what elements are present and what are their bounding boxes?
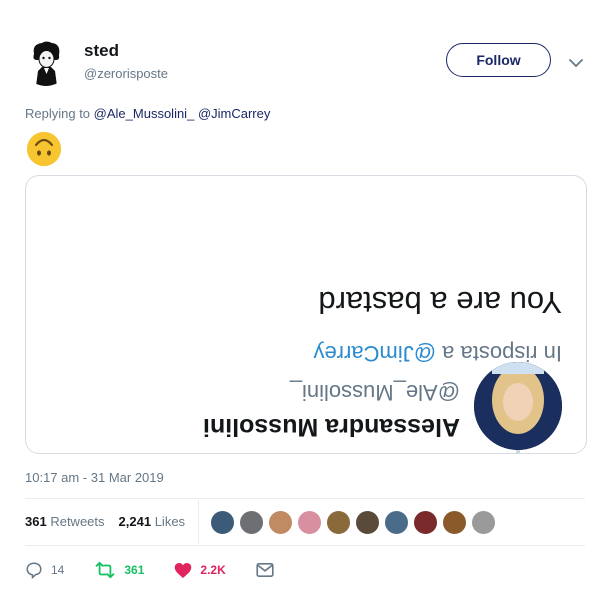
engagement-stats: 361 Retweets 2,241 Likes — [25, 514, 185, 529]
liker-avatar[interactable] — [268, 510, 293, 535]
follow-button[interactable]: Follow — [446, 43, 551, 77]
liker-avatar[interactable] — [355, 510, 380, 535]
action-bar: 14 361 2.2K — [25, 561, 304, 579]
tweet-timestamp[interactable]: 10:17 am - 31 Mar 2019 — [25, 470, 164, 485]
likes-stat[interactable]: 2,241 Likes — [119, 514, 186, 529]
liker-avatars — [210, 510, 496, 535]
liker-avatar[interactable] — [297, 510, 322, 535]
liker-avatar[interactable] — [239, 510, 264, 535]
liker-avatar[interactable] — [413, 510, 438, 535]
embedded-reply-line: In risposta a @JimCarrey — [313, 340, 562, 366]
retweets-stat[interactable]: 361 Retweets — [25, 514, 105, 529]
liker-avatar[interactable] — [442, 510, 467, 535]
embedded-tweet-text: You are a bastard — [318, 285, 562, 320]
liker-avatar[interactable] — [326, 510, 351, 535]
heart-icon — [175, 562, 192, 578]
flipped-tweet: Alessandra Mussolini @Ale_Mussolini_ In … — [26, 176, 586, 453]
reply-count: 14 — [51, 563, 65, 577]
stats-separator — [198, 500, 199, 544]
reply-icon — [26, 562, 42, 579]
mention-jimcarrey[interactable]: @JimCarrey — [198, 106, 270, 121]
likes-label: Likes — [154, 514, 186, 529]
retweets-count: 361 — [25, 514, 47, 529]
retweet-button[interactable]: 361 — [94, 561, 144, 579]
envelope-icon — [256, 563, 274, 577]
embedded-reply-prefix: In risposta a — [442, 341, 562, 366]
retweet-count: 361 — [124, 563, 145, 577]
direct-message-button[interactable] — [256, 562, 274, 578]
mention-ale-mussolini[interactable]: @Ale_Mussolini_ — [94, 106, 195, 121]
author-display-name[interactable]: sted — [84, 41, 119, 61]
divider — [25, 545, 585, 546]
embedded-image-card[interactable]: Alessandra Mussolini @Ale_Mussolini_ In … — [25, 175, 587, 454]
chevron-down-icon[interactable] — [568, 55, 584, 68]
divider — [25, 498, 585, 499]
liker-avatar[interactable] — [210, 510, 235, 535]
retweet-icon — [95, 561, 115, 579]
author-avatar[interactable] — [22, 38, 70, 86]
reply-button[interactable]: 14 — [25, 561, 64, 579]
embedded-handle: @Ale_Mussolini_ — [289, 380, 460, 405]
embedded-name: Alessandra Mussolini — [202, 413, 460, 441]
like-count: 2.2K — [200, 563, 226, 577]
author-handle[interactable]: @zerorisposte — [84, 66, 168, 81]
upside-down-face-icon — [27, 132, 61, 166]
embedded-avatar — [474, 362, 562, 450]
replying-to-line: Replying to @Ale_Mussolini_ @JimCarrey — [25, 106, 270, 121]
retweets-label: Retweets — [50, 514, 105, 529]
likes-count: 2,241 — [118, 514, 152, 529]
liker-avatar[interactable] — [471, 510, 496, 535]
liker-avatar[interactable] — [384, 510, 409, 535]
embedded-reply-mention: @JimCarrey — [313, 341, 437, 366]
replying-prefix: Replying to — [25, 106, 91, 121]
like-button[interactable]: 2.2K — [174, 562, 226, 579]
